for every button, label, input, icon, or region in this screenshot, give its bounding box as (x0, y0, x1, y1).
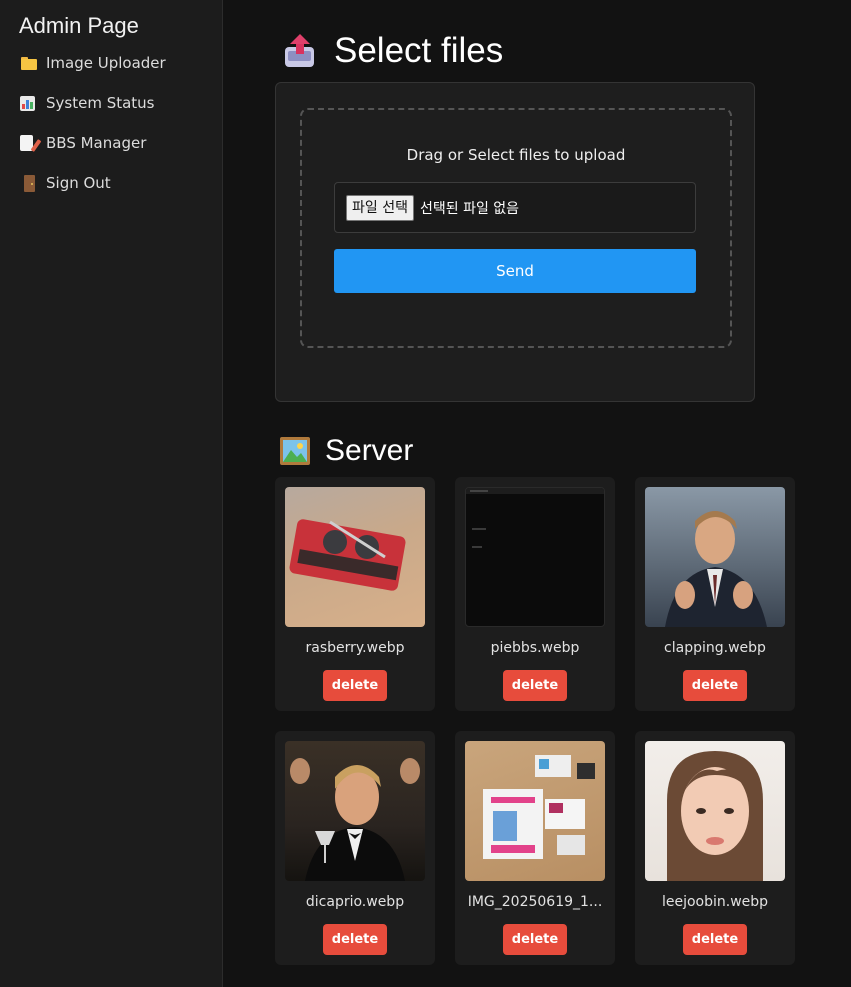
image-card: dicaprio.webp delete (275, 731, 435, 965)
image-card: clapping.webp delete (635, 477, 795, 711)
image-thumbnail[interactable] (465, 741, 605, 881)
image-thumbnail[interactable] (465, 487, 605, 627)
sidebar-item-image-uploader[interactable]: Image Uploader (20, 52, 166, 74)
file-name: dicaprio.webp (305, 894, 405, 910)
sidebar-item-bbs-manager[interactable]: BBS Manager (20, 132, 146, 154)
upload-card: Drag or Select files to upload 파일 선택 선택된… (275, 82, 755, 402)
dropzone-text: Drag or Select files to upload (406, 146, 626, 164)
folder-icon (20, 54, 38, 72)
image-thumbnail[interactable] (645, 487, 785, 627)
image-thumbnail[interactable] (285, 741, 425, 881)
delete-button[interactable]: delete (503, 670, 567, 701)
sidebar-item-label: System Status (46, 94, 155, 112)
dropzone[interactable]: Drag or Select files to upload 파일 선택 선택된… (300, 108, 732, 348)
sidebar: Admin Page Image Uploader System Status … (0, 0, 223, 987)
sidebar-item-sign-out[interactable]: Sign Out (20, 172, 111, 194)
upload-title: Select files (334, 31, 504, 70)
outbox-tray-icon (283, 33, 317, 69)
framed-picture-icon (280, 437, 310, 465)
image-card: IMG_20250619_1... delete (455, 731, 615, 965)
delete-button[interactable]: delete (503, 924, 567, 955)
server-heading: Server (280, 434, 413, 468)
file-status-text: 선택된 파일 없음 (419, 200, 520, 217)
file-name: leejoobin.webp (661, 894, 769, 910)
send-button[interactable]: Send (334, 249, 696, 293)
upload-heading: Select files (283, 31, 503, 71)
delete-button[interactable]: delete (323, 670, 387, 701)
sidebar-item-label: BBS Manager (46, 134, 147, 152)
file-name: rasberry.webp (305, 640, 405, 656)
image-thumbnail[interactable] (285, 487, 425, 627)
image-card: rasberry.webp delete (275, 477, 435, 711)
sidebar-item-system-status[interactable]: System Status (20, 92, 155, 114)
file-name: piebbs.webp (490, 640, 580, 656)
delete-button[interactable]: delete (683, 670, 747, 701)
delete-button[interactable]: delete (683, 924, 747, 955)
file-input[interactable]: 파일 선택 선택된 파일 없음 (334, 182, 696, 233)
image-thumbnail[interactable] (645, 741, 785, 881)
memo-icon (20, 135, 33, 151)
choose-file-button[interactable]: 파일 선택 (346, 194, 414, 221)
app-title: Admin Page (19, 13, 139, 38)
bar-chart-icon (20, 95, 35, 111)
server-title: Server (325, 434, 414, 467)
file-name: clapping.webp (664, 640, 766, 656)
sidebar-item-label: Sign Out (46, 174, 111, 192)
delete-button[interactable]: delete (323, 924, 387, 955)
door-icon (24, 174, 35, 192)
sidebar-item-label: Image Uploader (46, 54, 166, 72)
image-card: leejoobin.webp delete (635, 731, 795, 965)
image-card: piebbs.webp delete (455, 477, 615, 711)
file-name: IMG_20250619_1... (467, 894, 603, 910)
